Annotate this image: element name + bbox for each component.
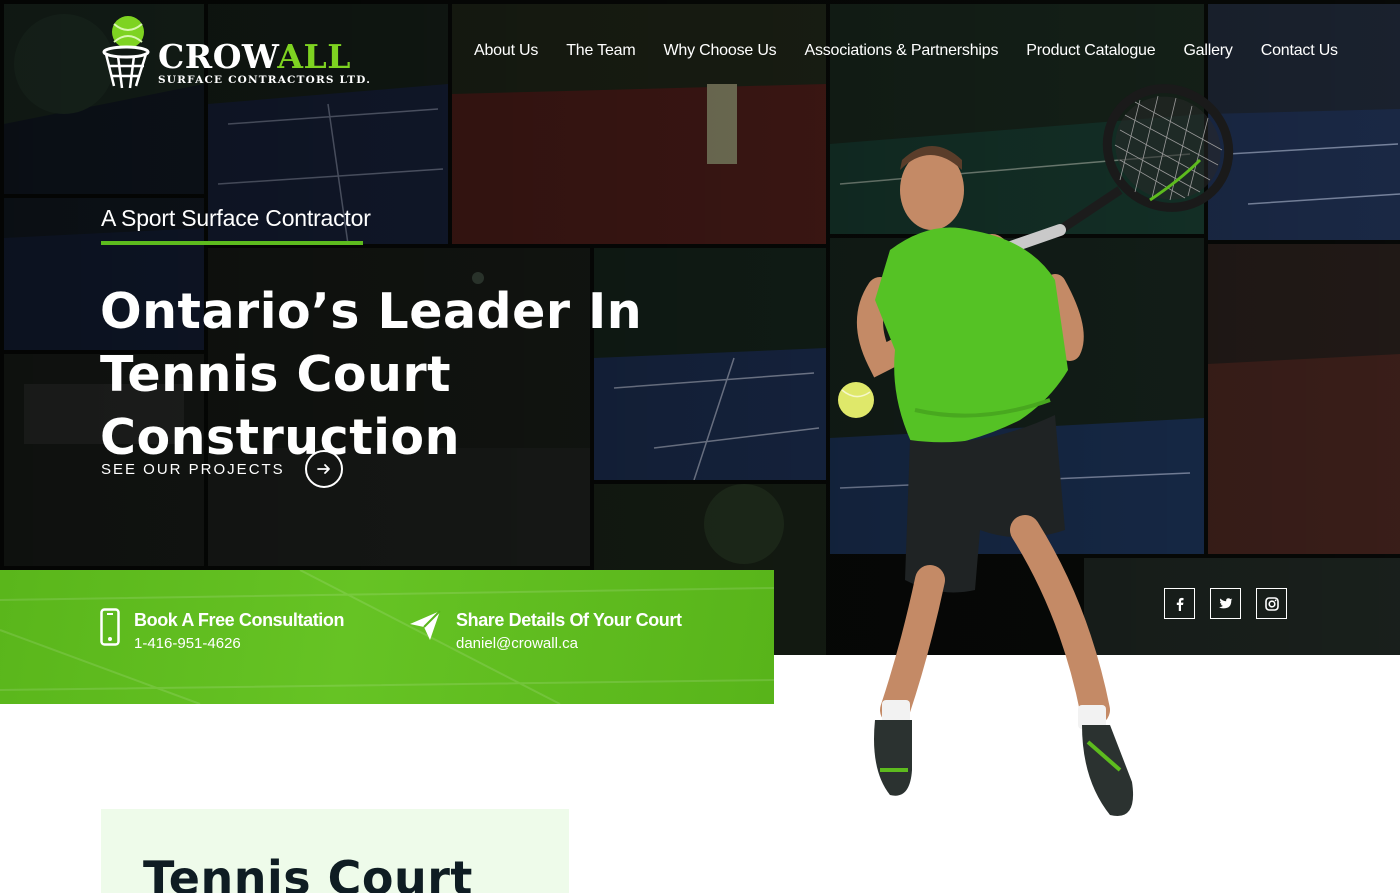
brand-name: CROWALL xyxy=(158,37,351,76)
tagline-underline xyxy=(101,241,363,245)
phone-number[interactable]: 1-416-951-4626 xyxy=(134,632,344,656)
section-title: Tennis Court xyxy=(143,851,473,893)
nav-gallery[interactable]: Gallery xyxy=(1169,40,1246,62)
facebook-icon[interactable] xyxy=(1164,588,1195,619)
contact-band: Book A Free Consultation 1-416-951-4626 … xyxy=(0,570,774,704)
nav-product-catalogue[interactable]: Product Catalogue xyxy=(1012,40,1169,62)
cta-label: SEE OUR PROJECTS xyxy=(101,460,285,478)
hero-tagline: A Sport Surface Contractor xyxy=(101,205,371,231)
nav-associations-partnerships[interactable]: Associations & Partnerships xyxy=(790,40,1012,62)
brand-subtitle: SURFACE CONTRACTORS LTD. xyxy=(158,74,372,86)
phone-icon xyxy=(100,608,120,646)
hero-headline: Ontario’s Leader In Tennis Court Constru… xyxy=(100,283,643,466)
tennis-court-card: Tennis Court xyxy=(101,809,569,893)
nav-the-team[interactable]: The Team xyxy=(552,40,649,62)
paper-plane-icon xyxy=(410,610,441,640)
consultation-block[interactable]: Book A Free Consultation 1-416-951-4626 xyxy=(100,608,344,656)
nav-about-us[interactable]: About Us xyxy=(460,40,552,62)
instagram-icon[interactable] xyxy=(1256,588,1287,619)
twitter-icon[interactable] xyxy=(1210,588,1241,619)
brand-logo[interactable]: CROWALL SURFACE CONTRACTORS LTD. xyxy=(100,14,370,94)
social-links xyxy=(1164,588,1287,619)
main-nav: About Us The Team Why Choose Us Associat… xyxy=(460,40,1352,62)
consultation-title: Book A Free Consultation xyxy=(134,610,345,630)
see-projects-button[interactable]: SEE OUR PROJECTS xyxy=(101,450,343,488)
arrow-right-icon xyxy=(304,450,343,488)
nav-why-choose-us[interactable]: Why Choose Us xyxy=(649,40,790,62)
nav-contact-us[interactable]: Contact Us xyxy=(1247,40,1352,62)
share-details-block[interactable]: Share Details Of Your Court daniel@crowa… xyxy=(408,608,682,656)
email-address[interactable]: daniel@crowall.ca xyxy=(456,632,682,656)
share-details-title: Share Details Of Your Court xyxy=(456,610,682,630)
tennis-player-image xyxy=(838,84,1234,817)
tennis-ball-net-icon xyxy=(102,16,150,89)
